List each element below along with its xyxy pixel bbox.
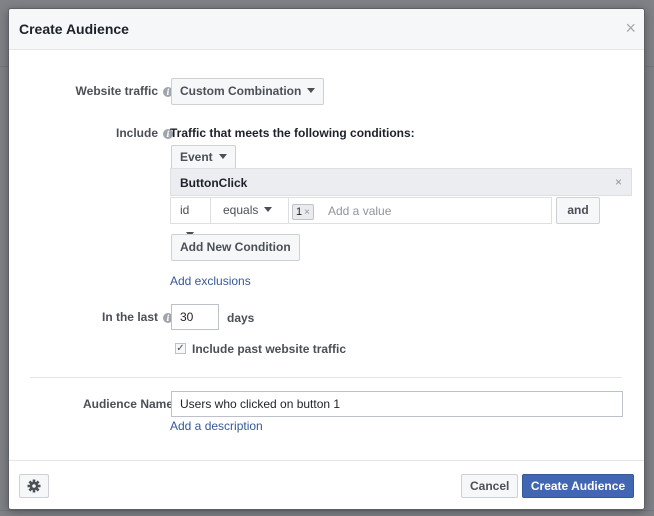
cancel-button[interactable]: Cancel bbox=[461, 474, 519, 498]
and-button[interactable]: and bbox=[556, 197, 600, 224]
include-description: Traffic that meets the following conditi… bbox=[170, 126, 415, 140]
value-token-text: 1 bbox=[296, 206, 303, 218]
include-type-selected: Event bbox=[180, 150, 213, 164]
footer-divider bbox=[9, 460, 644, 461]
create-audience-button[interactable]: Create Audience bbox=[522, 474, 634, 498]
condition-param: id bbox=[180, 203, 190, 217]
condition-operator: equals bbox=[223, 203, 259, 217]
chevron-down-icon bbox=[307, 88, 316, 93]
include-type-dropdown[interactable]: Event bbox=[171, 145, 236, 169]
dialog-header: Create Audience × bbox=[9, 9, 644, 50]
condition-row: id equals 1 × bbox=[170, 197, 552, 237]
settings-button[interactable] bbox=[19, 474, 49, 498]
remove-event-icon[interactable]: × bbox=[615, 175, 622, 189]
add-description-link[interactable]: Add a description bbox=[170, 419, 263, 433]
condition-param-dropdown[interactable]: id bbox=[171, 198, 211, 237]
include-past-label: Include past website traffic bbox=[192, 342, 347, 356]
condition-operator-dropdown[interactable]: equals bbox=[214, 198, 289, 223]
audience-name-input[interactable] bbox=[171, 391, 623, 417]
close-icon[interactable]: × bbox=[625, 19, 636, 37]
background-divider bbox=[0, 510, 654, 511]
gear-icon bbox=[27, 479, 41, 493]
include-label-text: Include bbox=[115, 126, 158, 140]
include-label: Include i bbox=[116, 126, 173, 140]
add-exclusions-link[interactable]: Add exclusions bbox=[170, 274, 251, 288]
audience-name-label: Audience Name bbox=[82, 397, 173, 411]
website-traffic-label: Website traffic i bbox=[76, 84, 173, 98]
chevron-down-icon bbox=[264, 207, 273, 212]
include-past-checkbox[interactable]: ✓ bbox=[175, 343, 186, 354]
event-name: ButtonClick bbox=[180, 176, 248, 190]
create-audience-dialog: Create Audience × Website traffic i Custo… bbox=[8, 8, 645, 510]
dialog-title: Create Audience bbox=[19, 21, 129, 37]
condition-value-input[interactable] bbox=[328, 203, 543, 218]
website-traffic-selected: Custom Combination bbox=[180, 84, 302, 98]
value-token: 1 × bbox=[292, 204, 314, 220]
add-new-condition-button[interactable]: Add New Condition bbox=[171, 234, 300, 261]
section-divider bbox=[30, 377, 622, 378]
website-traffic-dropdown[interactable]: Custom Combination bbox=[171, 78, 325, 105]
event-header: ButtonClick × bbox=[170, 168, 632, 196]
chevron-down-icon bbox=[218, 154, 227, 159]
remove-token-icon[interactable]: × bbox=[304, 207, 310, 218]
days-input[interactable] bbox=[171, 304, 219, 330]
in-the-last-label: In the last i bbox=[102, 310, 173, 324]
days-unit: days bbox=[227, 311, 255, 325]
website-traffic-label-text: Website traffic bbox=[75, 84, 158, 98]
in-the-last-label-text: In the last bbox=[101, 310, 158, 324]
